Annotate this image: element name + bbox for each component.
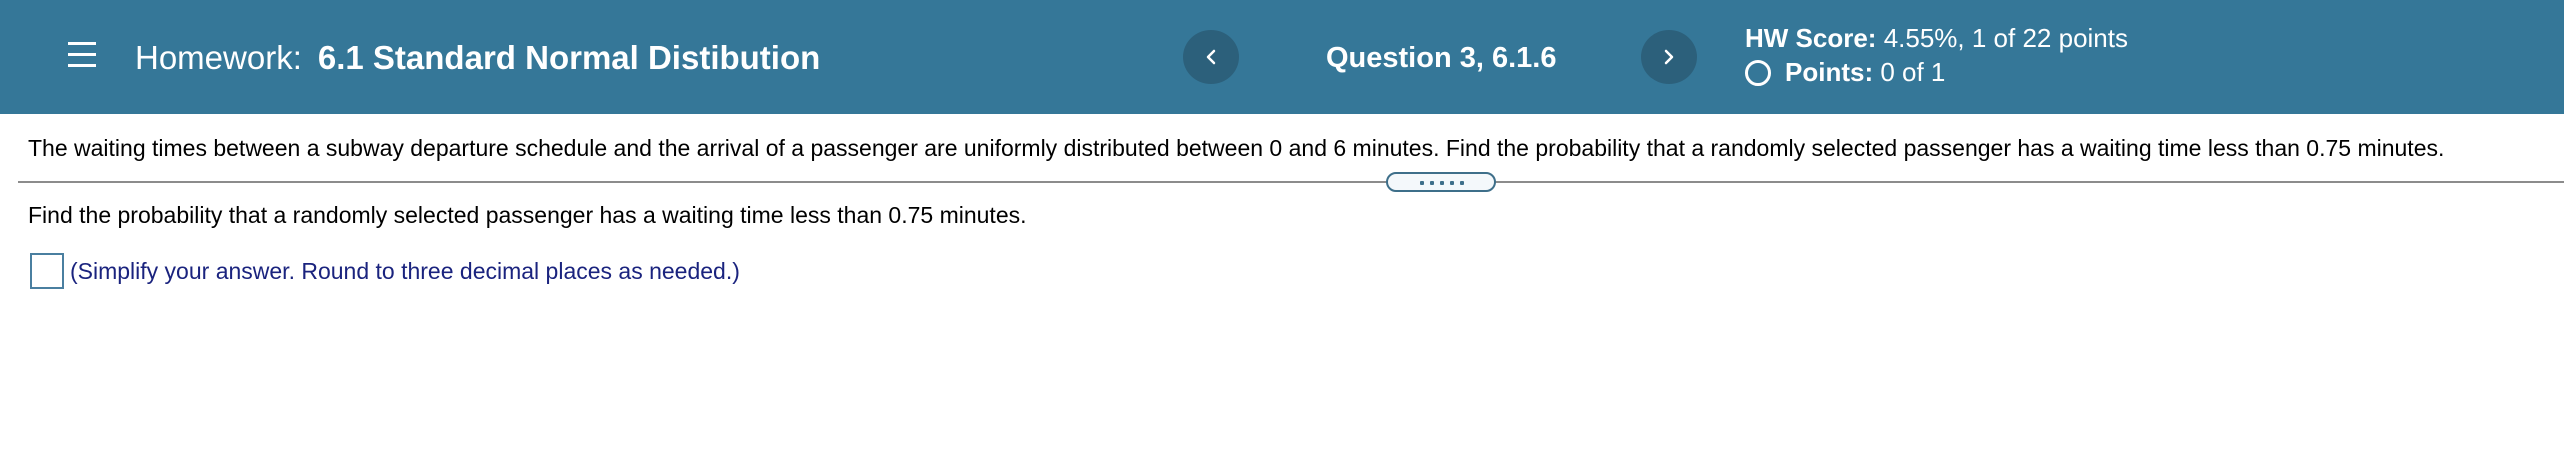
previous-question-button[interactable] [1183,30,1239,84]
question-label: Question 3, 6.1.6 [1326,42,1557,74]
hw-score-value: 4.55%, 1 of 22 points [1883,23,2128,53]
question-prompt: Find the probability that a randomly sel… [28,202,1027,228]
points-value: 0 of 1 [1880,57,1946,87]
chevron-left-icon [1206,49,1216,65]
problem-statement: The waiting times between a subway depar… [28,135,2445,161]
homework-title: Homework: 6.1 Standard Normal Distibution [135,38,820,78]
points-label: Points: [1785,57,1874,87]
points-status-icon [1745,60,1771,86]
top-bar: Homework: 6.1 Standard Normal Distibution… [0,0,2564,114]
hw-score: HW Score: 4.55%, 1 of 22 points [1745,22,2128,54]
homework-name: 6.1 Standard Normal Distibution [317,39,821,76]
next-question-button[interactable] [1641,30,1697,84]
answer-hint: (Simplify your answer. Round to three de… [70,258,740,284]
pane-resize-handle[interactable] [1386,172,1496,192]
pane-divider [18,181,2564,183]
chevron-right-icon [1664,49,1674,65]
homework-prefix: Homework: [135,39,302,76]
question-points: Points: 0 of 1 [1745,56,1945,88]
hw-score-label: HW Score: [1745,23,1877,53]
answer-input[interactable] [30,253,64,289]
hamburger-menu-icon[interactable] [68,42,98,68]
